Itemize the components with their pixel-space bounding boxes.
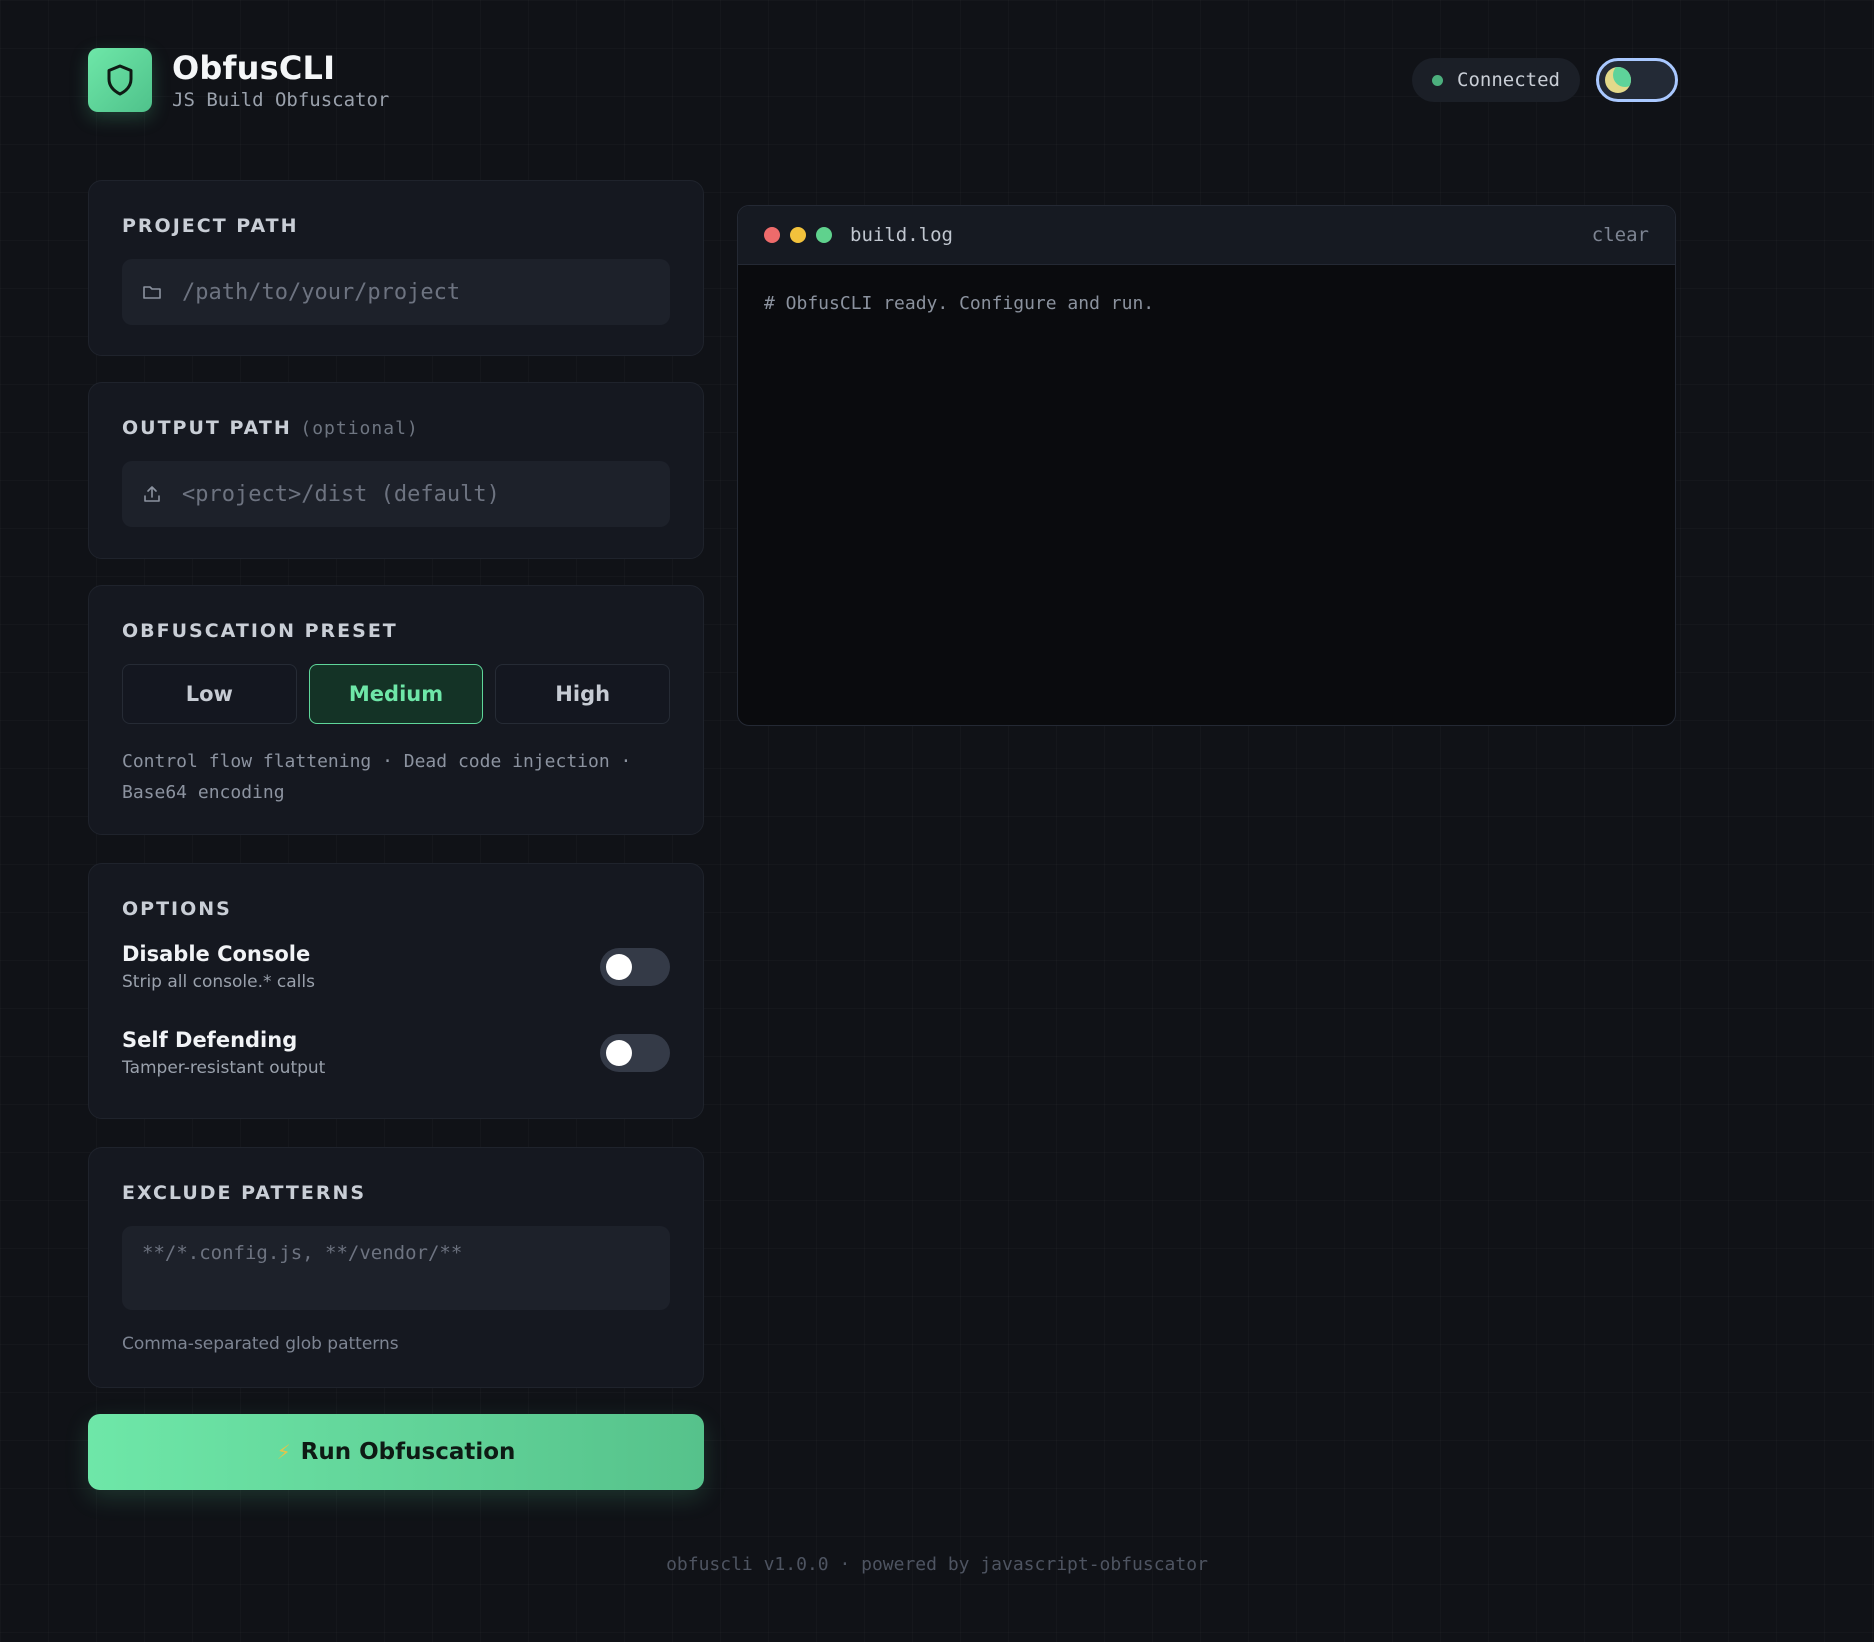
footer: obfuscli v1.0.0 · powered by javascript-…	[666, 1554, 1208, 1575]
terminal-title: build.log	[850, 224, 953, 246]
option-title: Disable Console	[122, 942, 311, 966]
output-path-card: OUTPUT PATH (optional) <project>/dist (d…	[88, 382, 704, 559]
run-obfuscation-button[interactable]: ⚡ Run Obfuscation	[88, 1414, 704, 1490]
options-card: OPTIONS Disable Console Strip all consol…	[88, 863, 704, 1119]
output-path-placeholder: <project>/dist (default)	[182, 481, 500, 507]
preset-low-button[interactable]: Low	[122, 664, 297, 724]
log-line: # ObfusCLI ready. Configure and run.	[764, 293, 1155, 314]
status-dot-icon	[1432, 74, 1443, 86]
minimize-dot-icon	[790, 227, 806, 243]
option-subtitle: Tamper-resistant output	[122, 1058, 326, 1078]
disable-console-toggle[interactable]	[600, 948, 670, 986]
close-dot-icon	[764, 227, 780, 243]
output-path-input[interactable]: <project>/dist (default)	[122, 461, 670, 527]
connection-status-badge: Connected	[1412, 58, 1580, 102]
exclude-label: EXCLUDE PATTERNS	[122, 1182, 367, 1204]
upload-icon	[144, 486, 160, 502]
project-path-placeholder: /path/to/your/project	[182, 279, 461, 305]
preset-high-button[interactable]: High	[495, 664, 671, 724]
preset-label: OBFUSCATION PRESET	[122, 620, 398, 642]
terminal-titlebar: build.log clear	[738, 206, 1675, 265]
option-self-defending: Self Defending Tamper-resistant output	[122, 1028, 670, 1078]
status-text: Connected	[1457, 69, 1560, 91]
preset-medium-button[interactable]: Medium	[308, 664, 484, 724]
app-header: ObfusCLI JS Build Obfuscator	[88, 48, 389, 112]
options-label: OPTIONS	[122, 898, 232, 920]
project-path-card: PROJECT PATH /path/to/your/project	[88, 180, 704, 356]
bolt-icon: ⚡	[276, 1440, 291, 1464]
run-button-label: Run Obfuscation	[300, 1439, 516, 1465]
maximize-dot-icon	[816, 227, 832, 243]
preset-card: OBFUSCATION PRESET Low Medium High Contr…	[88, 585, 704, 835]
app-subtitle: JS Build Obfuscator	[172, 89, 390, 111]
toggle-knob	[606, 954, 632, 980]
preset-description: Control flow flattening · Dead code inje…	[122, 751, 632, 803]
option-title: Self Defending	[122, 1028, 298, 1052]
option-disable-console: Disable Console Strip all console.* call…	[122, 942, 670, 992]
output-path-label: OUTPUT PATH (optional)	[122, 417, 419, 439]
brand: ObfusCLI JS Build Obfuscator	[172, 49, 389, 111]
preset-selector: Low Medium High	[122, 664, 671, 724]
theme-toggle[interactable]	[1596, 58, 1678, 102]
project-path-label: PROJECT PATH	[122, 215, 299, 237]
toggle-knob	[606, 1040, 632, 1066]
folder-icon	[143, 286, 161, 299]
shield-logo-icon	[88, 48, 152, 112]
exclude-patterns-input[interactable]: **/*.config.js, **/vendor/**	[122, 1226, 670, 1310]
clear-log-button[interactable]: clear	[1592, 224, 1649, 246]
exclude-hint: Comma-separated glob patterns	[122, 1334, 399, 1354]
self-defending-toggle[interactable]	[600, 1034, 670, 1072]
terminal-output: # ObfusCLI ready. Configure and run.	[738, 265, 1675, 342]
build-log-terminal: build.log clear # ObfusCLI ready. Config…	[737, 205, 1676, 726]
moon-icon	[1605, 67, 1631, 93]
optional-tag: (optional)	[300, 418, 419, 439]
option-subtitle: Strip all console.* calls	[122, 972, 315, 992]
app-title: ObfusCLI	[172, 49, 336, 87]
project-path-input[interactable]: /path/to/your/project	[122, 259, 670, 325]
exclude-card: EXCLUDE PATTERNS **/*.config.js, **/vend…	[88, 1147, 704, 1388]
